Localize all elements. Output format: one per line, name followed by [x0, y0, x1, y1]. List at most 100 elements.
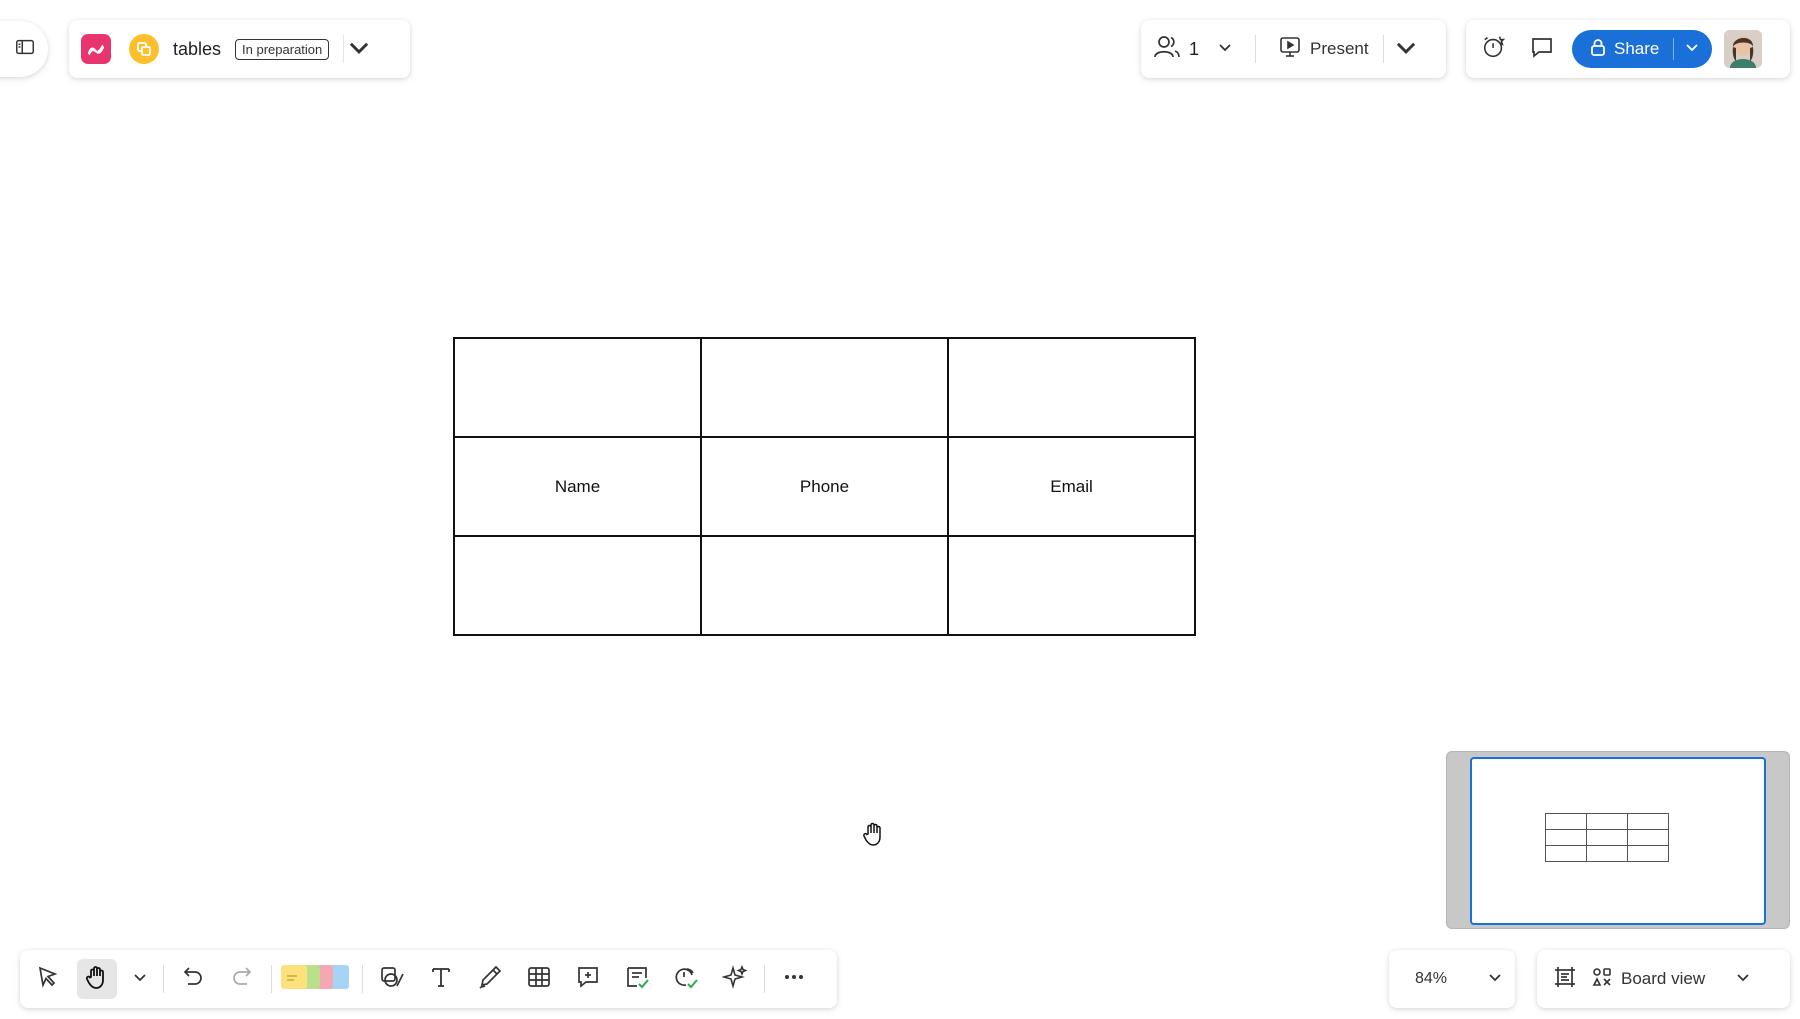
- minimap-cell: [1586, 829, 1628, 846]
- chevron-down-icon: [1684, 39, 1700, 60]
- comment-tool-button[interactable]: [568, 959, 608, 999]
- timer-reactions-icon: [1481, 34, 1507, 65]
- status-badge[interactable]: In preparation: [235, 38, 330, 60]
- chevron-down-icon: [346, 34, 372, 65]
- redo-button[interactable]: [222, 959, 262, 999]
- present-icon: [1278, 35, 1302, 64]
- zoom-control[interactable]: 84%: [1389, 950, 1515, 1008]
- toolbar-divider: [271, 965, 272, 993]
- collaborators-button[interactable]: 1: [1153, 34, 1233, 65]
- present-button[interactable]: Present: [1278, 35, 1369, 64]
- board-view-label: Board view: [1621, 969, 1706, 988]
- board-header: tables In preparation: [69, 20, 410, 78]
- pen-tool-button[interactable]: [470, 959, 510, 999]
- more-tools-button[interactable]: [774, 959, 814, 999]
- canvas-table[interactable]: Name Phone Email: [453, 337, 1196, 636]
- redo-icon: [229, 964, 255, 995]
- chevron-down-icon: [132, 969, 148, 990]
- share-main-button[interactable]: Share: [1572, 38, 1673, 61]
- actions-panel: Share: [1466, 20, 1790, 78]
- board-view-icon: [1591, 966, 1613, 993]
- team-icon[interactable]: [129, 34, 159, 64]
- table-cell[interactable]: [947, 535, 1196, 636]
- minimap-table: [1545, 813, 1669, 862]
- comment-icon: [1529, 34, 1555, 65]
- minimap-cell: [1586, 845, 1628, 862]
- board-menu-button[interactable]: [344, 29, 374, 69]
- minimap-cell: [1627, 829, 1669, 846]
- share-options-button[interactable]: [1674, 39, 1712, 60]
- comment-add-icon: [575, 964, 601, 995]
- table-cell[interactable]: [700, 535, 949, 636]
- minimap-cell: [1627, 813, 1669, 830]
- minimap[interactable]: [1446, 751, 1790, 929]
- minimap-cell: [1586, 813, 1628, 830]
- table-cell[interactable]: Phone: [700, 436, 949, 537]
- chevron-down-icon: [1217, 39, 1233, 60]
- table-icon: [526, 964, 552, 995]
- share-label: Share: [1614, 39, 1660, 58]
- minimap-cell: [1627, 845, 1669, 862]
- view-panel: Board view: [1537, 950, 1790, 1008]
- comments-button[interactable]: [1522, 29, 1562, 69]
- collaborator-count: 1: [1189, 38, 1200, 59]
- reactions-button[interactable]: [1474, 29, 1514, 69]
- text-icon: [428, 964, 454, 995]
- table-cell[interactable]: [453, 535, 702, 636]
- timer-check-icon: [673, 964, 699, 995]
- chevron-down-icon: [1393, 34, 1419, 65]
- hand-tool-button[interactable]: [77, 959, 117, 999]
- shapes-tool-button[interactable]: [372, 959, 412, 999]
- sticky-notes-button[interactable]: [281, 959, 353, 999]
- more-icon: [781, 964, 807, 995]
- share-button[interactable]: Share: [1572, 30, 1713, 68]
- bottom-toolbar: [20, 950, 837, 1008]
- toolbar-divider: [764, 965, 765, 993]
- minimap-cell: [1545, 829, 1587, 846]
- timer-check-tool-button[interactable]: [666, 959, 706, 999]
- select-tool-button[interactable]: [28, 959, 68, 999]
- present-divider: [1382, 35, 1384, 63]
- checklist-icon: [624, 964, 650, 995]
- sticky-notes-icon: [281, 962, 353, 997]
- navigation-mode-dropdown[interactable]: [126, 959, 154, 999]
- fit-to-screen-button[interactable]: [1545, 959, 1585, 999]
- shapes-icon: [379, 964, 405, 995]
- board-title[interactable]: tables: [173, 39, 221, 60]
- checklist-tool-button[interactable]: [617, 959, 657, 999]
- user-avatar[interactable]: [1724, 30, 1763, 68]
- sidebar-toggle-button[interactable]: [0, 21, 48, 77]
- table-tool-button[interactable]: [519, 959, 559, 999]
- undo-button[interactable]: [173, 959, 213, 999]
- hand-cursor-icon: [862, 821, 886, 847]
- undo-icon: [180, 964, 206, 995]
- frame-icon: [1552, 964, 1578, 995]
- table-cell[interactable]: Name: [453, 436, 702, 537]
- present-options-button[interactable]: [1390, 29, 1422, 69]
- table-row: [453, 337, 1196, 438]
- text-tool-button[interactable]: [421, 959, 461, 999]
- table-row: Name Phone Email: [453, 436, 1196, 537]
- collaboration-panel: 1 Present: [1141, 20, 1446, 78]
- table-cell[interactable]: [700, 337, 949, 438]
- hand-icon: [84, 964, 110, 995]
- table-cell[interactable]: [947, 337, 1196, 438]
- select-icon: [35, 964, 61, 995]
- app-logo-icon[interactable]: [81, 34, 111, 64]
- present-label: Present: [1310, 39, 1369, 58]
- sidebar-panel-icon: [14, 36, 36, 63]
- table-cell[interactable]: [453, 337, 702, 438]
- board-view-dropdown[interactable]: Board view: [1591, 966, 1751, 993]
- users-icon: [1153, 34, 1181, 65]
- table-cell[interactable]: Email: [947, 436, 1196, 537]
- table-row: [453, 535, 1196, 636]
- ai-sparkle-icon: [721, 964, 748, 995]
- minimap-cell: [1545, 813, 1587, 830]
- minimap-viewport[interactable]: [1470, 757, 1766, 925]
- toolbar-divider: [163, 965, 164, 993]
- zoom-level: 84%: [1415, 970, 1448, 987]
- chevron-down-icon: [1735, 969, 1751, 990]
- lock-icon: [1590, 38, 1606, 61]
- ai-assistant-button[interactable]: [715, 959, 755, 999]
- pen-icon: [477, 964, 503, 995]
